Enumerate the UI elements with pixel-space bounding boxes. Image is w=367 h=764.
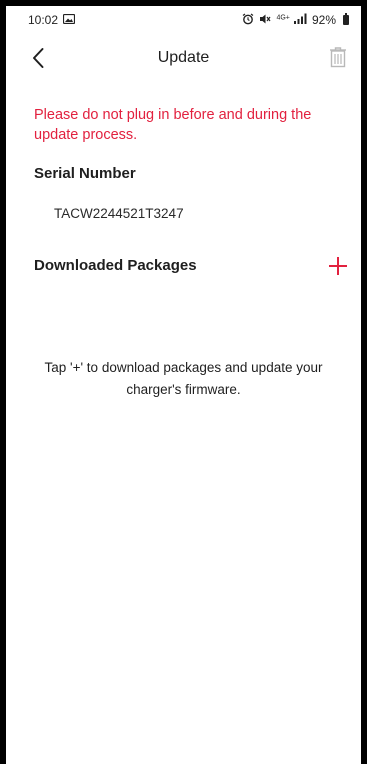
empty-state-message: Tap '+' to download packages and update … [44, 360, 323, 397]
mute-icon [259, 13, 271, 28]
gallery-icon [62, 13, 76, 27]
chevron-left-icon [33, 48, 44, 68]
serial-number-value: TACW2244521T3247 [54, 206, 184, 221]
status-bar: 10:02 4G+ 92% [6, 6, 361, 34]
page-title: Update [157, 49, 210, 66]
alarm-icon [242, 13, 254, 28]
status-bar-right: 4G+ 92% [242, 13, 349, 28]
network-icon: 4G+ [276, 13, 307, 27]
plus-icon [329, 257, 347, 275]
add-package-button[interactable] [325, 253, 351, 279]
warning-section: Please do not plug in before and during … [34, 105, 349, 145]
battery-percent: 92% [311, 13, 336, 27]
network-type-label: 4G+ [276, 14, 290, 22]
serial-number-label: Serial Number [34, 165, 136, 182]
screen-frame-right [361, 0, 367, 764]
status-bar-left: 10:02 [28, 13, 76, 27]
back-button[interactable] [26, 46, 50, 70]
battery-icon [343, 13, 349, 25]
downloaded-packages-label: Downloaded Packages [34, 257, 197, 274]
trash-icon [330, 47, 346, 68]
screen-frame-left [0, 0, 6, 764]
status-time: 10:02 [28, 13, 59, 27]
update-warning-text: Please do not plug in before and during … [34, 107, 312, 143]
serial-number-section: Serial Number [34, 163, 136, 185]
delete-button[interactable] [325, 44, 351, 70]
downloaded-packages-row: Downloaded Packages [34, 253, 351, 279]
app-header: Update [6, 38, 361, 78]
